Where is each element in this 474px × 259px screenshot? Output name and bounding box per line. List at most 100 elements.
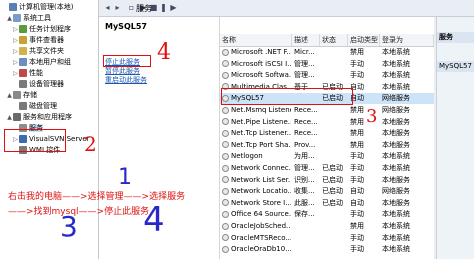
tree-node[interactable]: ▲ 存储: [6, 90, 37, 101]
back-icon[interactable]: ◂: [103, 3, 112, 12]
cell-logon: 本地系统: [382, 152, 410, 161]
tree-node[interactable]: ▷ 性能: [12, 68, 43, 79]
cell-name: Net.Tcp Port Sha...: [222, 140, 291, 151]
gear-icon: [222, 245, 229, 253]
table-row[interactable]: Network List Ser... 识别... 已启动 手动 本地服务: [220, 175, 434, 186]
table-row[interactable]: Net.Pipe Listene... Rece... 禁用 本地服务: [220, 117, 434, 128]
cell-startup: 手动: [350, 164, 364, 172]
cell-desc: Rece...: [294, 129, 318, 138]
cell-logon: 网络服务: [382, 94, 410, 103]
gear-icon: [222, 234, 229, 242]
tree-expander-icon[interactable]: ▷: [12, 46, 19, 57]
tree-expander-icon[interactable]: ▲: [6, 112, 13, 123]
tree-node[interactable]: 计算机管理(本地): [2, 2, 73, 13]
tree-node[interactable]: ▷ 事件查看器: [12, 35, 64, 46]
table-row[interactable]: Microsoft .NET F... Micr... 禁用 本地系统: [220, 47, 434, 58]
restart-service-link[interactable]: 重启动此服务: [105, 75, 147, 85]
cell-status: [322, 59, 347, 70]
restart-icon[interactable]: ▶: [169, 3, 178, 12]
tree-node-icon: [13, 14, 21, 22]
cell-status: [322, 140, 347, 151]
tree-expander-icon[interactable]: ▷: [12, 57, 19, 68]
cell-name: Network Store I...: [222, 198, 291, 209]
cell-logon: 本地服务: [382, 140, 410, 149]
table-row[interactable]: OracleMTSReco... 手动 本地系统: [220, 233, 434, 244]
cell-logon: 本地系统: [382, 71, 410, 80]
service-name: Net.Pipe Listene...: [231, 117, 291, 126]
cell-name: OracleMTSReco...: [222, 233, 291, 244]
tree-node-label: 共享文件夹: [29, 47, 64, 55]
pane-title: 服务: [136, 4, 152, 13]
tree-expander-icon[interactable]: ▷: [12, 35, 19, 46]
toolbar-buttons: ◂ ▸ ▫ ▶ ■ ❚ ▶: [99, 0, 219, 16]
cell-status: [322, 128, 347, 139]
gear-icon: [222, 187, 229, 195]
cell-logon: 本地系统: [382, 48, 410, 56]
column-header[interactable]: 启动类型: [348, 34, 380, 46]
highlight-services-node: [4, 129, 66, 152]
service-name: Network Locatio...: [231, 187, 291, 196]
table-row[interactable]: Network Store I... 此服... 已启动 自动 本地服务: [220, 198, 434, 209]
forward-icon[interactable]: ▸: [113, 3, 122, 12]
tree-node[interactable]: ▷ 任务计划程序: [12, 24, 71, 35]
column-header[interactable]: 登录为: [380, 34, 434, 46]
service-name: Microsoft .NET F...: [231, 48, 291, 56]
tree-node[interactable]: 设备管理器: [12, 79, 64, 90]
table-row[interactable]: Net.Msmq Listene...Rece...禁用网络服务: [220, 105, 434, 116]
up-icon[interactable]: ▫: [127, 3, 136, 12]
annotation-number-1: 1: [118, 165, 132, 190]
tree-expander-icon[interactable]: ▷: [12, 24, 19, 35]
cell-desc: 此服...: [294, 198, 315, 207]
cell-startup: 手动: [350, 71, 364, 80]
tree-node-label: 任务计划程序: [29, 25, 71, 33]
tree-expander-icon[interactable]: ▲: [6, 13, 13, 24]
table-row[interactable]: Netlogon 为用... 手动 本地系统: [220, 151, 434, 162]
cell-logon: 网络服务: [382, 106, 410, 114]
service-name: Net.Tcp Port Sha...: [231, 140, 291, 149]
cell-startup: 手动: [350, 59, 364, 68]
column-header[interactable]: 状态: [320, 34, 348, 46]
actions-section-mysql[interactable]: MySQL57: [437, 61, 474, 72]
tree-node-icon: [13, 113, 21, 121]
table-row[interactable]: Microsoft Softwa... 管理... 手动 本地系统: [220, 70, 434, 81]
cell-desc: 为用...: [294, 152, 315, 161]
actions-section-services[interactable]: 服务: [437, 32, 474, 43]
gear-icon: [222, 141, 229, 149]
cell-name: OracleJobSched...: [222, 221, 291, 232]
tree-node-label: 服务和应用程序: [23, 113, 72, 121]
cell-logon: 本地系统: [382, 210, 410, 219]
cell-desc: Rece...: [294, 106, 318, 114]
table-row[interactable]: Office 64 Source... 保存... 手动 本地系统: [220, 209, 434, 220]
tree-expander-icon[interactable]: ▷: [12, 68, 19, 79]
tree-node[interactable]: ▷ 本地用户和组: [12, 57, 71, 68]
table-row[interactable]: OracleJobSched... 禁用 本地系统: [220, 221, 434, 232]
tree-node[interactable]: ▲ 服务和应用程序: [6, 112, 72, 123]
table-row[interactable]: Net.Tcp Listener... Rece... 禁用 本地服务: [220, 128, 434, 139]
tree-node[interactable]: ▲ 系统工具: [6, 13, 51, 24]
table-row[interactable]: Network Locatio... 收集... 已启动 自动 网络服务: [220, 186, 434, 197]
cell-status: 已启动: [322, 187, 343, 196]
column-header[interactable]: 描述: [292, 34, 320, 46]
cell-desc: 管理...: [294, 71, 315, 80]
table-row[interactable]: OracleOraDb10... 手动 本地系统: [220, 244, 434, 255]
tree-node-icon: [19, 69, 27, 77]
gear-icon: [222, 118, 229, 126]
pause-icon[interactable]: ❚: [159, 3, 168, 12]
table-row[interactable]: Net.Tcp Port Sha... Prov... 禁用 本地服务: [220, 140, 434, 151]
tree-expander-icon[interactable]: ▲: [6, 90, 13, 101]
gear-icon: [222, 222, 229, 230]
table-row[interactable]: Microsoft iSCSI I... 管理... 手动 本地系统: [220, 59, 434, 70]
tree-node[interactable]: ▷ 共享文件夹: [12, 46, 64, 57]
service-name: Network Connec...: [231, 164, 291, 172]
instruction-line-1: 右击我的电脑——>选择管理——>选择服务: [8, 192, 186, 202]
tree-node-label: 计算机管理(本地): [19, 3, 74, 11]
cell-desc: Micr...: [294, 48, 315, 56]
tree-node[interactable]: 磁盘管理: [12, 101, 57, 112]
gear-icon: [222, 152, 229, 160]
annotation-number-3-top: 3: [366, 106, 378, 127]
column-header[interactable]: 名称: [220, 34, 292, 46]
service-name: Network List Ser...: [231, 175, 291, 184]
tree-node-label: 事件查看器: [29, 36, 64, 44]
gear-icon: [222, 106, 229, 114]
table-row[interactable]: Network Connec... 管理... 已启动 手动 本地系统: [220, 163, 434, 174]
